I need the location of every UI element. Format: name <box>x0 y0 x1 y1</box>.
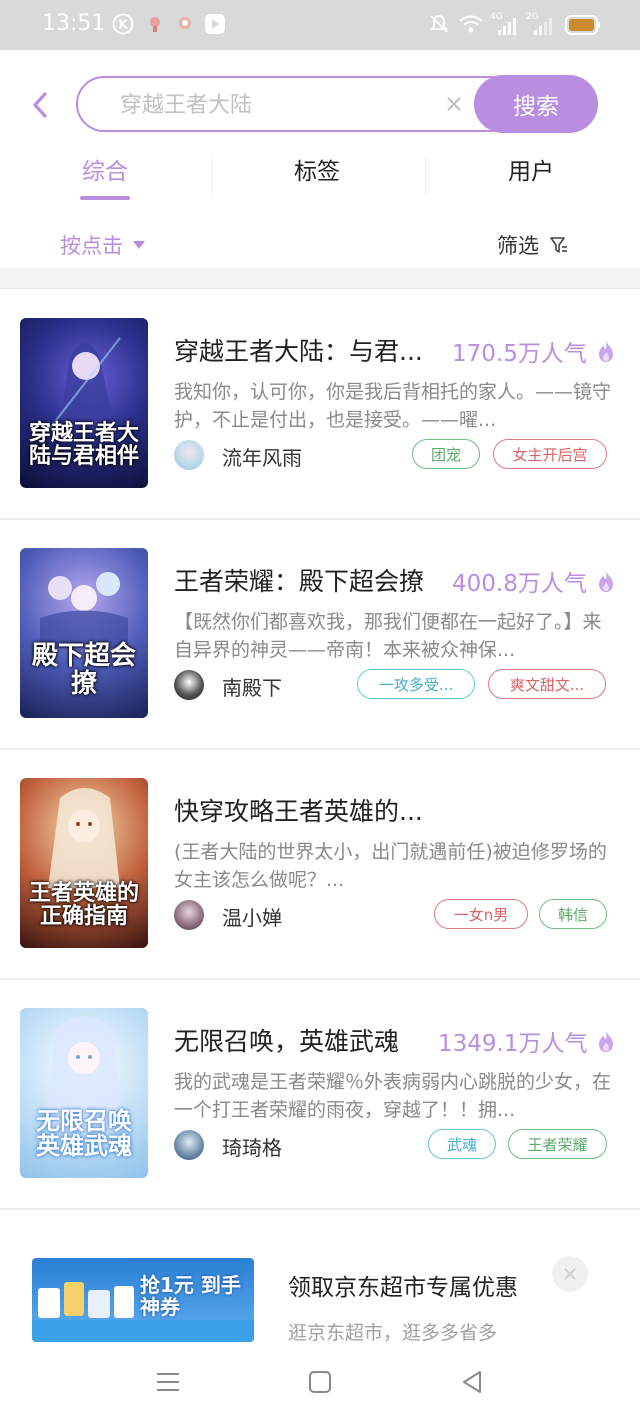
avatar[interactable] <box>174 440 204 470</box>
search-input[interactable] <box>120 90 420 120</box>
signal-4g-icon: 4G <box>490 12 518 36</box>
sort-label: 按点击 <box>60 234 123 258</box>
tab-divider <box>425 158 426 194</box>
book-list-item[interactable]: 无限召唤英雄武魂 无限召唤，英雄武魂 1349.1万人气 我的武魂是王者荣耀％外… <box>0 978 640 1210</box>
tag-chip[interactable]: 爽文甜文... <box>488 669 606 699</box>
cover-title: 殿下超会撩 <box>31 641 136 699</box>
book-cover[interactable]: 穿越王者大陆与君相伴 <box>20 318 148 488</box>
status-time: 13:51 <box>42 11 106 36</box>
tag-chip[interactable]: 韩信 <box>539 899 607 929</box>
back-triangle-icon[interactable] <box>458 1368 486 1396</box>
tag-chip[interactable]: 王者荣耀 <box>508 1129 607 1159</box>
author-name[interactable]: 温小婵 <box>222 902 282 931</box>
app-play-icon <box>205 14 225 34</box>
caret-down-icon <box>133 241 145 249</box>
book-list-item[interactable]: 穿越王者大陆与君相伴 穿越王者大陆：与君... 170.5万人气 我知你，认可你… <box>0 288 640 520</box>
active-tab-indicator <box>80 196 130 200</box>
close-icon <box>564 1268 576 1280</box>
book-cover[interactable]: 王者英雄的正确指南 <box>20 778 148 948</box>
ad-title: 领取京东超市专属优惠 <box>288 1275 518 1301</box>
cover-title: 穿越王者大陆与君相伴 <box>28 419 139 469</box>
book-cover[interactable]: 无限召唤英雄武魂 <box>20 1008 148 1178</box>
system-nav-bar <box>0 1342 640 1422</box>
flame-icon <box>598 571 613 592</box>
menu-icon[interactable] <box>154 1368 182 1396</box>
search-button[interactable]: 搜索 <box>474 75 598 133</box>
popularity: 170.5万人气 <box>452 334 615 368</box>
ad-banner[interactable]: 抢1元 到手神券 领取京东超市专属优惠 逛京东超市，逛多多省多 <box>0 1210 640 1350</box>
ad-close-button[interactable] <box>552 1256 588 1292</box>
book-list-item[interactable]: 殿下超会撩 王者荣耀：殿下超会撩 400.8万人气 【既然你们都喜欢我，那我们便… <box>0 518 640 750</box>
book-title: 快穿攻略王者英雄的... <box>174 797 423 826</box>
flame-icon <box>598 341 613 362</box>
cover-title: 无限召唤英雄武魂 <box>36 1105 132 1160</box>
author-name[interactable]: 流年风雨 <box>222 442 302 471</box>
avatar[interactable] <box>174 1130 204 1160</box>
app-notify-icon-2 <box>179 17 191 29</box>
svg-text:K: K <box>118 18 128 32</box>
funnel-icon <box>550 237 567 253</box>
ad-image-text: 抢1元 到手神券 <box>140 1273 241 1319</box>
wifi-icon <box>459 15 483 33</box>
sort-dropdown[interactable]: 按点击 <box>60 230 145 260</box>
ad-image[interactable]: 抢1元 到手神券 <box>32 1258 254 1342</box>
tag-chip[interactable]: 一女n男 <box>434 899 528 929</box>
book-title: 王者荣耀：殿下超会撩 <box>174 567 425 596</box>
book-title: 穿越王者大陆：与君... <box>174 337 423 366</box>
ad-subtitle: 逛京东超市，逛多多省多 <box>288 1322 498 1344</box>
tag-chip[interactable]: 团宠 <box>412 439 480 469</box>
status-bar: 13:51 K 4G 2G <box>0 0 640 50</box>
app-notify-icon <box>150 17 160 32</box>
cover-title: 王者英雄的正确指南 <box>28 879 139 929</box>
tag-chip[interactable]: 武魂 <box>428 1129 496 1159</box>
popularity: 400.8万人气 <box>452 564 615 598</box>
home-icon[interactable] <box>306 1368 334 1396</box>
tab-divider <box>212 158 213 194</box>
tab-comprehensive[interactable]: 综合 <box>60 152 150 186</box>
signal-2g-icon: 2G <box>526 12 554 36</box>
author-name[interactable]: 琦琦格 <box>222 1132 282 1161</box>
filter-button[interactable]: 筛选 <box>497 230 569 260</box>
back-arrow-icon[interactable] <box>26 88 54 122</box>
book-description: 【既然你们都喜欢我，那我们便都在一起好了。】来自异界的神灵——帝南！本来被众神保… <box>174 611 602 661</box>
filter-label: 筛选 <box>497 234 539 258</box>
section-divider <box>0 268 640 289</box>
popularity-value: 1349.1万人气 <box>438 1031 588 1057</box>
mute-bell-icon <box>429 15 449 33</box>
tab-users[interactable]: 用户 <box>486 152 576 186</box>
book-description: (王者大陆的世界太小，出门就遇前任)被迫修罗场的女主该怎么做呢？... <box>174 841 607 891</box>
clear-icon[interactable] <box>442 92 466 116</box>
tag-chip[interactable]: 女主开后宫 <box>493 439 607 469</box>
app-k-icon: K <box>112 13 134 35</box>
battery-icon <box>565 15 600 35</box>
avatar[interactable] <box>174 670 204 700</box>
book-cover[interactable]: 殿下超会撩 <box>20 548 148 718</box>
book-description: 我知你，认可你，你是我后背相托的家人。——镜守护，不止是付出，也是接受。——曜.… <box>174 381 612 431</box>
avatar[interactable] <box>174 900 204 930</box>
book-description: 我的武魂是王者荣耀％外表病弱内心跳脱的少女，在一个打王者荣耀的雨夜，穿越了！！拥… <box>174 1071 612 1121</box>
tag-chip[interactable]: 一攻多受... <box>357 669 475 699</box>
flame-icon <box>599 1031 614 1052</box>
author-name[interactable]: 南殿下 <box>222 672 282 701</box>
popularity-value: 170.5万人气 <box>452 341 587 367</box>
tab-tags[interactable]: 标签 <box>272 152 362 186</box>
popularity-value: 400.8万人气 <box>452 571 587 597</box>
popularity: 1349.1万人气 <box>438 1024 615 1058</box>
book-list-item[interactable]: 王者英雄的正确指南 快穿攻略王者英雄的... (王者大陆的世界太小，出门就遇前任… <box>0 748 640 980</box>
book-title: 无限召唤，英雄武魂 <box>174 1027 400 1056</box>
